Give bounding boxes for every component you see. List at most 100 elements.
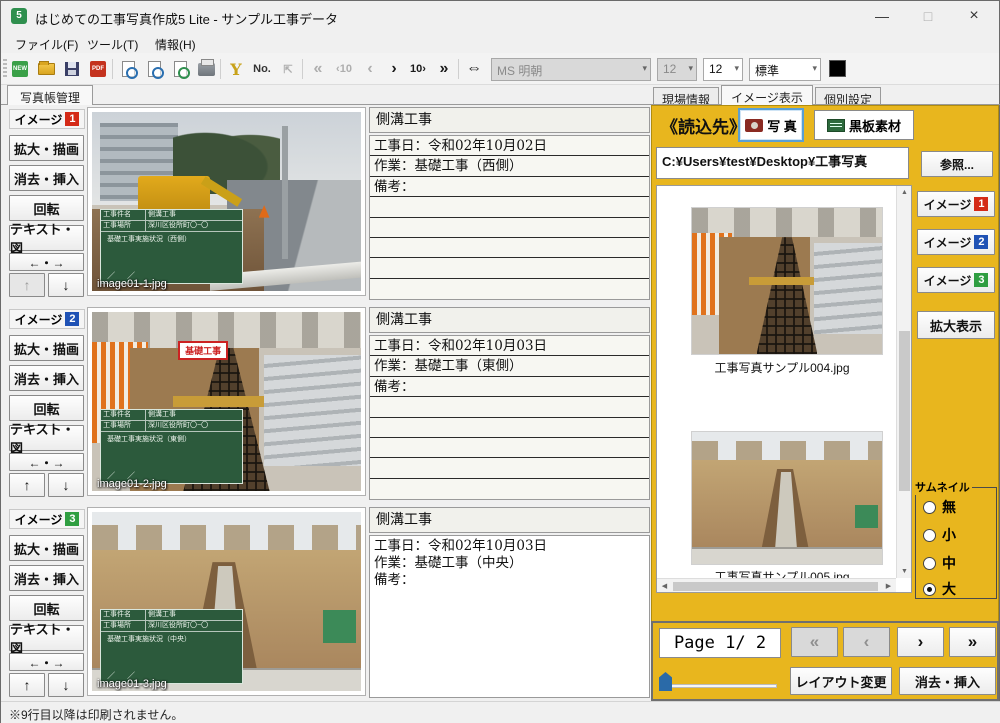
font-size-select-b[interactable]: 12 [703,58,743,81]
last-page-icon: » [440,60,449,78]
scroll-up-icon[interactable]: ▲ [897,189,912,196]
image-3-label: イメージ 3 [9,509,85,529]
caption-title-2[interactable]: 側溝工事 [369,307,650,333]
fit-width-button[interactable]: ⇔ [463,58,485,80]
move-down-button-3[interactable]: ↓ [48,673,84,697]
page-last-button[interactable]: » [949,627,996,657]
print-button[interactable] [195,58,217,80]
thumb-size-large[interactable]: 大 [923,579,956,599]
rotate-button-3[interactable]: 回転 [9,595,84,621]
radio-medium[interactable] [923,557,936,570]
font-select[interactable]: MS 明朝 [491,58,651,81]
caption-editor-3[interactable]: 工事日：令和02年10月03日 作業：基礎工事（中央） 備考： [369,535,650,698]
last-page-button[interactable]: » [433,58,455,80]
assign-image-1-button[interactable]: イメージ 1 [917,191,995,217]
close-button[interactable]: × [951,1,997,31]
vertical-scroll-thumb[interactable] [899,331,910,491]
zoom-draw-button-1[interactable]: 拡大・描画 [9,135,84,161]
enlarge-view-button[interactable]: 拡大表示 [917,311,995,339]
photo-2[interactable]: 基礎工事 工事件名側溝工事 工事場所深川区役所町〇−〇 基礎工事実施状況（東側）… [87,307,366,496]
thumb-size-none[interactable]: 無 [923,497,956,517]
text-figure-button-3[interactable]: テキスト・図 [9,625,84,651]
pdf-button[interactable]: PDF [87,58,109,80]
thumbnail-004[interactable] [691,207,883,355]
photo-source-button[interactable]: 写 真 [738,108,804,142]
thumb-size-small[interactable]: 小 [923,525,956,545]
rotate-button-2[interactable]: 回転 [9,395,84,421]
page-back-button[interactable]: ‹ [843,627,890,657]
move-down-button-1[interactable]: ↓ [48,273,84,297]
horizontal-scrollbar[interactable]: ◀ ▶ [657,578,896,592]
page-slider-track[interactable] [661,684,777,688]
erase-insert-button-3[interactable]: 消去・挿入 [9,565,84,591]
photo-3[interactable]: 工事件名側溝工事 工事場所深川区役所町〇−〇 基礎工事実施状況（中央） ／ ／ … [87,507,366,696]
move-up-button-3[interactable]: ↑ [9,673,45,697]
menu-info[interactable]: 情報(H) [149,34,202,55]
scroll-left-icon[interactable]: ◀ [657,582,672,590]
number-button[interactable]: No. [251,58,273,80]
font-size-select-a[interactable]: 12 [657,58,697,81]
swap-lr-button-3[interactable]: ←・→ [9,653,84,671]
zoom-draw-button-3[interactable]: 拡大・描画 [9,535,84,561]
swap-lr-button-1[interactable]: ←・→ [9,253,84,271]
maximize-button[interactable]: □ [905,1,951,31]
swap-lr-button-2[interactable]: ←・→ [9,453,84,471]
caption-lines-1[interactable]: 工事日：令和02年10月02日 作業：基礎工事（西側） 備考： [369,135,650,300]
zoom-draw-button-2[interactable]: 拡大・描画 [9,335,84,361]
blackboard-material-button[interactable]: 黒板素材 [814,110,914,140]
back-10-button[interactable]: ‹10 [333,58,355,80]
vertical-scrollbar[interactable]: ▲ ▼ [896,186,911,578]
folder-path-input[interactable]: C:¥Users¥test¥Desktop¥工事写真 [656,147,909,179]
forward-10-button[interactable]: 10› [407,58,429,80]
layout-change-button[interactable]: レイアウト変更 [790,667,892,695]
thumbnail-005[interactable] [691,431,883,565]
thumb-size-medium[interactable]: 中 [923,553,956,573]
first-page-button[interactable]: « [307,58,329,80]
move-up-button-2[interactable]: ↑ [9,473,45,497]
minimize-button[interactable]: — [859,1,905,31]
caption-title-1[interactable]: 側溝工事 [369,107,650,133]
preview-3-button[interactable] [169,58,191,80]
browse-button[interactable]: 参照... [921,151,993,177]
preview-1-button[interactable] [117,58,139,80]
caption-title-3[interactable]: 側溝工事 [369,507,650,533]
text-figure-button-2[interactable]: テキスト・図 [9,425,84,451]
tab-individual-settings[interactable]: 個別設定 [815,87,881,105]
tab-site-info[interactable]: 現場情報 [653,87,719,105]
scroll-right-icon[interactable]: ▶ [881,582,896,590]
assign-image-3-button[interactable]: イメージ 3 [917,267,995,293]
text-width-button[interactable]: ⇱ [277,58,299,80]
photo-1[interactable]: 工事件名側溝工事 工事場所深川区役所町〇−〇 基礎工事実施状況（西側） ／ ／ … [87,107,366,296]
radio-none[interactable] [923,501,936,514]
radio-small[interactable] [923,529,936,542]
tab-image-view[interactable]: イメージ表示 [721,85,813,105]
page-erase-insert-button[interactable]: 消去・挿入 [899,667,996,695]
page-forward-button[interactable]: › [897,627,944,657]
caption-lines-2[interactable]: 工事日：令和02年10月03日 作業：基礎工事（東側） 備考： [369,335,650,500]
assign-2-badge: 2 [974,235,988,249]
save-button[interactable] [61,58,83,80]
page-indicator: Page 1/ 2 [659,628,781,658]
assign-image-2-button[interactable]: イメージ 2 [917,229,995,255]
erase-insert-button-1[interactable]: 消去・挿入 [9,165,84,191]
menu-tools[interactable]: ツール(T) [81,34,144,55]
back-button[interactable]: ‹ [359,58,381,80]
tab-photo-album[interactable]: 写真帳管理 [7,85,93,105]
open-button[interactable] [35,58,57,80]
forward-button[interactable]: › [383,58,405,80]
erase-insert-button-2[interactable]: 消去・挿入 [9,365,84,391]
new-file-button[interactable]: NEW [9,58,31,80]
text-figure-button-1[interactable]: テキスト・図 [9,225,84,251]
font-color-swatch[interactable] [829,60,846,77]
rotate-button-1[interactable]: 回転 [9,195,84,221]
move-down-button-2[interactable]: ↓ [48,473,84,497]
preview-2-button[interactable] [143,58,165,80]
menu-file[interactable]: ファイル(F) [9,34,84,55]
radio-large[interactable] [923,583,936,596]
font-style-select[interactable]: 標準 [749,58,821,81]
scroll-down-icon[interactable]: ▼ [897,568,912,575]
settings-button[interactable]: Y [225,58,247,80]
move-up-button-1[interactable]: ↑ [9,273,45,297]
page-first-button[interactable]: « [791,627,838,657]
horizontal-scroll-thumb[interactable] [673,582,878,591]
